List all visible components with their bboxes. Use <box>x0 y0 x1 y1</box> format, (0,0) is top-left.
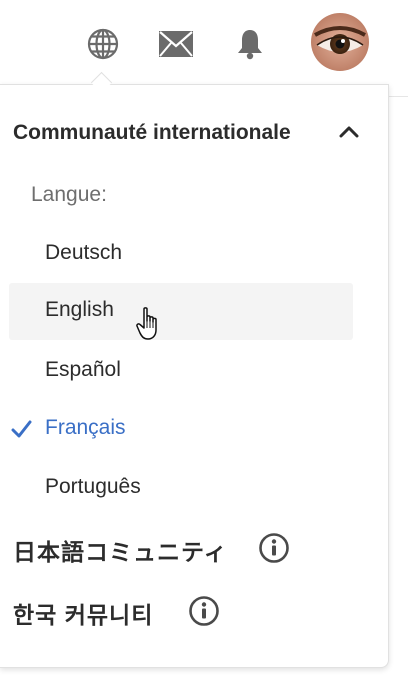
language-option-espanol[interactable]: Español <box>9 343 353 400</box>
language-option-deutsch[interactable]: Deutsch <box>9 226 353 283</box>
top-navigation-bar <box>0 0 408 86</box>
language-option-label: English <box>45 298 114 321</box>
language-option-label: Deutsch <box>45 241 123 264</box>
language-option-portugues[interactable]: Português <box>9 460 353 517</box>
info-icon[interactable] <box>258 532 290 564</box>
checkmark-icon <box>11 420 32 438</box>
language-option-francais[interactable]: Français <box>9 401 353 458</box>
info-icon[interactable] <box>188 595 220 627</box>
user-avatar[interactable] <box>311 13 369 71</box>
section-title: Communauté internationale <box>13 121 291 144</box>
language-option-label: Français <box>45 416 126 439</box>
language-option-label: Português <box>45 475 141 498</box>
chevron-up-icon <box>339 126 359 138</box>
language-label: Langue: <box>31 183 107 206</box>
globe-icon[interactable] <box>83 24 123 64</box>
language-option-english[interactable]: English <box>9 283 353 340</box>
japanese-community-link[interactable]: 日本語コミュニティ <box>0 519 388 577</box>
community-label: 한국 커뮤니티 <box>13 602 154 628</box>
community-label: 日本語コミュニティ <box>13 539 228 565</box>
international-community-toggle[interactable]: Communauté internationale <box>0 108 388 160</box>
header-divider <box>388 96 408 97</box>
language-option-label: Español <box>45 358 121 381</box>
bell-icon[interactable] <box>232 24 268 64</box>
mail-icon[interactable] <box>155 24 197 64</box>
